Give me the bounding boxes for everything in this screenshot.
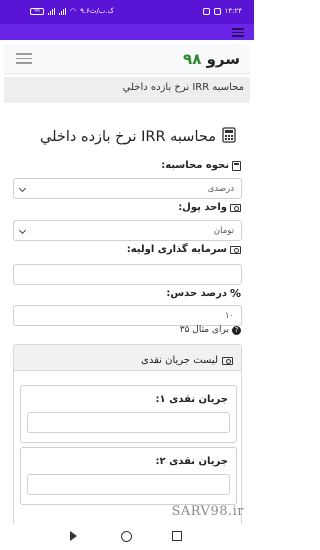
hamburger-icon[interactable] bbox=[232, 28, 244, 39]
app-bar bbox=[0, 24, 254, 40]
calculator-small-icon bbox=[232, 160, 241, 171]
home-button[interactable] bbox=[121, 531, 132, 542]
currency-value: تومان bbox=[213, 226, 234, 236]
currency-select[interactable]: تومان bbox=[13, 220, 242, 241]
guess-value: ۱۰ bbox=[224, 311, 234, 321]
calc-method-label: نحوه محاسبه: bbox=[161, 160, 241, 171]
site-navbar: سرو ۹۸ bbox=[4, 44, 250, 74]
guess-hint: ? برای مثال ۳۵ bbox=[180, 325, 241, 335]
chevron-down-icon bbox=[18, 184, 27, 193]
home-icon bbox=[121, 531, 132, 542]
status-left: ۹۹ ◠ ۹.۶ک.ب/ث bbox=[30, 7, 114, 15]
percent-icon: % bbox=[229, 287, 241, 300]
instagram-icon bbox=[213, 7, 221, 15]
page-title: محاسبه IRR نرخ بازده داخلي bbox=[40, 127, 236, 147]
app-notification-icon bbox=[202, 7, 210, 15]
guess-hint-text: برای مثال ۳۵ bbox=[179, 325, 229, 335]
calculator-icon bbox=[222, 127, 236, 147]
money-icon bbox=[230, 203, 241, 212]
battery-icon: ۹۹ bbox=[30, 7, 44, 15]
money-icon bbox=[222, 356, 233, 365]
initial-investment-input[interactable] bbox=[13, 264, 242, 285]
battery-level: ۹۹ bbox=[34, 7, 40, 14]
cashflow-header-text: لیست جریان نقدی bbox=[141, 355, 218, 366]
chevron-down-icon bbox=[18, 226, 27, 235]
network-speed: ۹.۶ک.ب/ث bbox=[80, 7, 114, 15]
guess-label-text: درصد حدس: bbox=[166, 288, 227, 299]
calc-method-select[interactable]: درصدی bbox=[13, 178, 242, 199]
status-bar: ۹۹ ◠ ۹.۶ک.ب/ث ۱۴:۲۴ bbox=[0, 0, 254, 24]
initial-investment-label: سرمایه گذاری اولیه: bbox=[127, 244, 241, 255]
currency-label: واحد پول: bbox=[178, 202, 241, 213]
guess-input[interactable]: ۱۰ bbox=[13, 305, 242, 326]
brand-text: سرو bbox=[206, 50, 240, 68]
cashflow-item-1: جریان نقدی ۱: bbox=[20, 385, 237, 443]
calc-method-label-text: نحوه محاسبه: bbox=[161, 160, 229, 171]
cashflow-item-label: جریان نقدی ۱: bbox=[155, 394, 228, 405]
page-title-text: محاسبه IRR نرخ بازده داخلي bbox=[40, 129, 216, 145]
signal-2-icon bbox=[59, 7, 66, 15]
navbar-toggler-icon[interactable] bbox=[16, 53, 32, 67]
recents-button[interactable] bbox=[172, 531, 182, 541]
question-circle-icon: ? bbox=[232, 325, 241, 335]
status-right: ۱۴:۲۴ bbox=[202, 7, 242, 15]
signal-icon bbox=[48, 7, 55, 15]
cashflow-card: لیست جریان نقدی جریان نقدی ۱: جریان نقدی… bbox=[13, 344, 242, 550]
back-icon bbox=[70, 531, 77, 541]
cashflow-item-label: جریان نقدی ۲: bbox=[155, 456, 228, 467]
initial-investment-label-text: سرمایه گذاری اولیه: bbox=[126, 244, 227, 255]
clock: ۱۴:۲۴ bbox=[224, 7, 242, 15]
brand-logo[interactable]: سرو ۹۸ bbox=[183, 50, 240, 68]
cashflow-item-2: جریان نقدی ۲: bbox=[20, 447, 237, 505]
watermark: SARV98.ir bbox=[171, 504, 244, 519]
wifi-icon: ◠ bbox=[70, 7, 77, 15]
cashflow-input-1[interactable] bbox=[27, 412, 230, 433]
back-button[interactable] bbox=[70, 531, 77, 541]
breadcrumb[interactable]: محاسبه IRR نرخ بازده داخلي bbox=[4, 77, 250, 103]
currency-label-text: واحد پول: bbox=[178, 202, 227, 213]
cashflow-input-2[interactable] bbox=[27, 474, 230, 495]
money-icon bbox=[230, 245, 241, 254]
brand-number: ۹۸ bbox=[183, 50, 202, 68]
cashflow-header: لیست جریان نقدی bbox=[14, 345, 241, 371]
recents-icon bbox=[172, 531, 182, 541]
guess-label: % درصد حدس: bbox=[166, 287, 241, 300]
system-nav-bar bbox=[0, 524, 254, 550]
calc-method-value: درصدی bbox=[207, 184, 234, 194]
